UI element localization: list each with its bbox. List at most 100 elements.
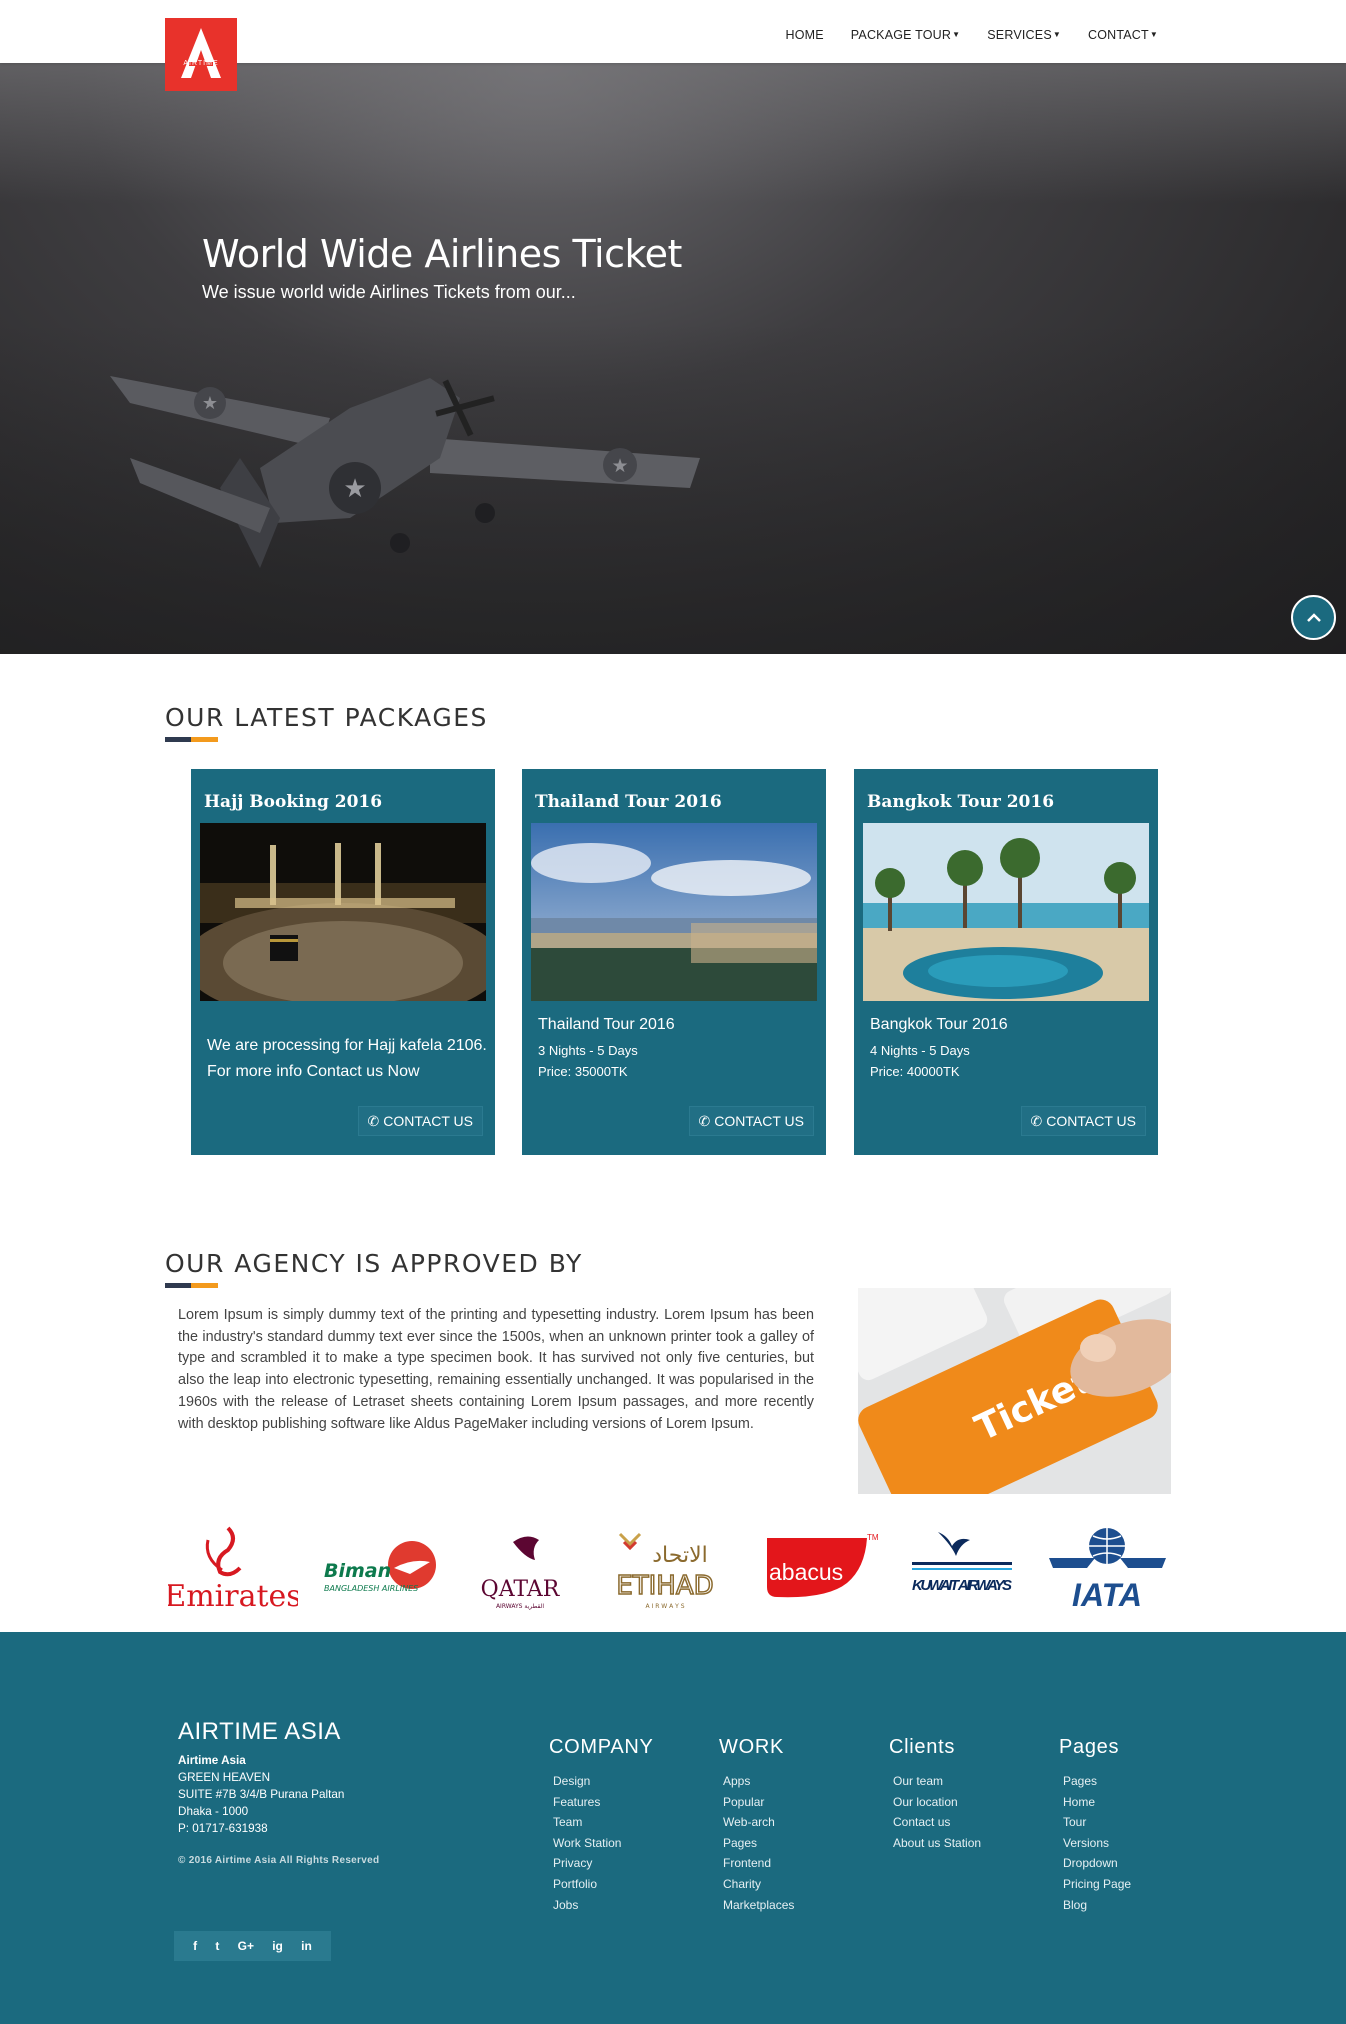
svg-text:★: ★: [611, 455, 628, 477]
hajj-image: [200, 823, 486, 1001]
footer-column-clients: Clients Our team Our location Contact us…: [889, 1736, 981, 1853]
footer-column-work: WORK Apps Popular Web-arch Pages Fronten…: [719, 1736, 794, 1915]
approved-section-title: OUR AGENCY IS APPROVED BY: [165, 1249, 583, 1278]
package-title: Thailand Tour 2016: [535, 792, 722, 812]
abacus-logo-text: abacus: [769, 1559, 843, 1585]
contact-us-button[interactable]: ✆ CONTACT US: [357, 1106, 483, 1136]
nav-package-tour[interactable]: PACKAGE TOUR▼: [851, 28, 960, 42]
footer-link[interactable]: Features: [553, 1792, 654, 1813]
partner-logos: Emirates Biman BANGLADESH AIRLINES QATAR…: [160, 1520, 1180, 1620]
footer-link[interactable]: About us Station: [893, 1833, 981, 1854]
footer-link[interactable]: Dropdown: [1063, 1853, 1131, 1874]
twitter-icon[interactable]: t: [215, 1939, 219, 1953]
footer-link[interactable]: Our location: [893, 1792, 981, 1813]
facebook-icon[interactable]: f: [193, 1939, 197, 1953]
nav-services-label: SERVICES: [987, 28, 1052, 42]
contact-us-button[interactable]: ✆ CONTACT US: [1020, 1106, 1146, 1136]
nav-home-label: HOME: [785, 28, 824, 42]
footer-link[interactable]: Jobs: [553, 1895, 654, 1916]
package-card-bangkok: Bangkok Tour 2016 Bangkok Tour 2016 4 Ni…: [854, 769, 1158, 1155]
footer-link[interactable]: Pages: [723, 1833, 794, 1854]
footer-link[interactable]: Portfolio: [553, 1874, 654, 1895]
hero-banner: ★ ★ ★ World Wide Airlines Ticket We issu…: [0, 63, 1346, 654]
footer-link[interactable]: Team: [553, 1812, 654, 1833]
chevron-up-icon: [1306, 612, 1321, 622]
footer-link[interactable]: Home: [1063, 1792, 1131, 1813]
footer-column-company: COMPANY Design Features Team Work Statio…: [549, 1736, 654, 1915]
footer-link[interactable]: Frontend: [723, 1853, 794, 1874]
footer-link[interactable]: Charity: [723, 1874, 794, 1895]
emirates-logo-text: Emirates: [168, 1579, 298, 1614]
footer-address-line: SUITE #7B 3/4/B Purana Paltan: [178, 1788, 345, 1801]
footer-link[interactable]: Blog: [1063, 1895, 1131, 1916]
kuwait-airways-logo: KUWAIT AIRWAYS: [908, 1520, 1018, 1620]
bangkok-image: [863, 823, 1149, 1001]
ticket-key-image: Ticket: [858, 1288, 1171, 1494]
section-title-underline: [165, 737, 218, 742]
footer-copyright: © 2016 Airtime Asia All Rights Reserved: [178, 1855, 380, 1866]
hero-title: World Wide Airlines Ticket: [202, 232, 682, 276]
contact-us-button[interactable]: ✆ CONTACT US: [688, 1106, 814, 1136]
package-name: Thailand Tour 2016: [538, 1016, 675, 1033]
phone-icon: ✆: [698, 1113, 711, 1129]
google-plus-icon[interactable]: G+: [238, 1939, 254, 1953]
instagram-icon[interactable]: ig: [272, 1939, 283, 1953]
logo-a-icon: [181, 28, 221, 78]
footer-link[interactable]: Design: [553, 1771, 654, 1792]
footer-link[interactable]: Tour: [1063, 1812, 1131, 1833]
contact-us-label: CONTACT US: [714, 1113, 804, 1129]
etihad-logo-subtext: A I R W A Y S: [646, 1603, 685, 1610]
footer-link[interactable]: Marketplaces: [723, 1895, 794, 1916]
footer-column-pages: Pages Pages Home Tour Versions Dropdown …: [1059, 1736, 1131, 1915]
footer-link[interactable]: Versions: [1063, 1833, 1131, 1854]
main-menu: HOME PACKAGE TOUR▼ SERVICES▼ CONTACT▼: [785, 28, 1158, 42]
packages-section-title: OUR LATEST PACKAGES: [165, 703, 488, 732]
biman-logo-text: Biman: [324, 1560, 391, 1582]
qatar-logo-subtext: AIRWAYS القطرية: [496, 1603, 544, 1610]
social-links: f t G+ ig in: [174, 1931, 331, 1961]
package-duration: 4 Nights - 5 Days: [870, 1043, 970, 1058]
footer-link[interactable]: Privacy: [553, 1853, 654, 1874]
footer-address: Airtime Asia GREEN HEAVEN SUITE #7B 3/4/…: [178, 1752, 344, 1837]
linkedin-icon[interactable]: in: [301, 1939, 312, 1953]
footer-link[interactable]: Popular: [723, 1792, 794, 1813]
package-price: Price: 35000TK: [538, 1064, 628, 1079]
logo-text: AIRTIME: [183, 60, 219, 67]
footer-company-name: Airtime Asia: [178, 1754, 246, 1767]
phone-icon: ✆: [1030, 1113, 1043, 1129]
package-price: Price: 40000TK: [870, 1064, 960, 1079]
footer-column-title: WORK: [719, 1736, 785, 1758]
nav-contact-label: CONTACT: [1087, 28, 1149, 42]
footer-column-title: COMPANY: [549, 1736, 654, 1758]
etihad-logo-text: ETIHAD: [616, 1571, 713, 1601]
brand-logo[interactable]: AIRTIME: [165, 18, 237, 91]
footer-link[interactable]: Apps: [723, 1771, 794, 1792]
package-card-thailand: Thailand Tour 2016 Thailand Tour 2016 3 …: [522, 769, 826, 1155]
nav-home[interactable]: HOME: [785, 28, 823, 42]
biman-logo: Biman BANGLADESH AIRLINES: [320, 1520, 445, 1620]
footer-link[interactable]: Web-arch: [723, 1812, 794, 1833]
footer-link[interactable]: Work Station: [553, 1833, 654, 1854]
nav-contact[interactable]: CONTACT▼: [1088, 28, 1158, 42]
footer-link[interactable]: Contact us: [893, 1812, 981, 1833]
caret-down-icon: ▼: [952, 30, 961, 39]
package-title: Bangkok Tour 2016: [867, 792, 1055, 812]
contact-us-label: CONTACT US: [383, 1113, 473, 1129]
package-duration: 3 Nights - 5 Days: [538, 1043, 638, 1058]
iata-logo-text: IATA: [1072, 1577, 1142, 1613]
footer-link[interactable]: Our team: [893, 1771, 981, 1792]
package-description-line: For more info Contact us Now: [207, 1063, 420, 1080]
etihad-logo: الاتحاد ETIHAD A I R W A Y S: [600, 1520, 730, 1620]
contact-us-label: CONTACT US: [1046, 1113, 1136, 1129]
footer-column-title: Clients: [889, 1736, 956, 1758]
scroll-to-top-button[interactable]: [1291, 595, 1336, 640]
package-card-hajj: Hajj Booking 2016 We are processing for …: [191, 769, 495, 1155]
abacus-logo: abacus TM: [757, 1520, 882, 1620]
caret-down-icon: ▼: [1052, 30, 1061, 39]
footer-link[interactable]: Pages: [1063, 1771, 1131, 1792]
biman-logo-subtext: BANGLADESH AIRLINES: [324, 1584, 418, 1593]
nav-services[interactable]: SERVICES▼: [987, 28, 1061, 42]
footer-address-line: GREEN HEAVEN: [178, 1771, 271, 1784]
footer-link[interactable]: Pricing Page: [1063, 1874, 1131, 1895]
caret-down-icon: ▼: [1149, 30, 1158, 39]
